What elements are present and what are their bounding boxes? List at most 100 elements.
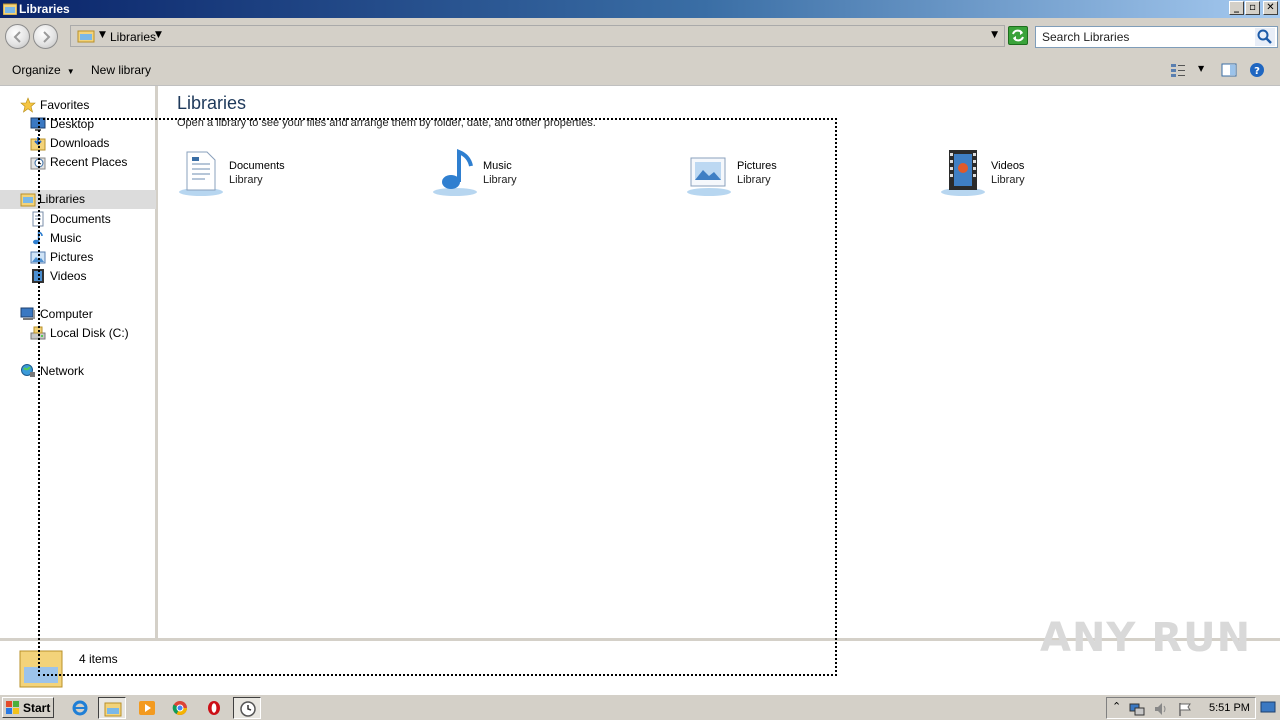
show-hidden-icons-icon[interactable]: ⌃ xyxy=(1112,700,1121,713)
organize-label: Organize xyxy=(12,63,61,77)
music-library-icon xyxy=(433,149,477,196)
videos-icon xyxy=(32,269,44,283)
nav-item-pictures[interactable]: Pictures xyxy=(30,248,150,266)
volume-icon[interactable] xyxy=(1153,701,1169,717)
library-tile-music[interactable]: Music Library xyxy=(431,148,651,198)
network-tray-icon[interactable] xyxy=(1129,701,1145,717)
documents-library-icon xyxy=(179,151,223,196)
breadcrumb-libraries[interactable]: Libraries xyxy=(110,30,156,44)
taskbar-chrome[interactable] xyxy=(166,697,194,719)
chrome-icon xyxy=(172,701,187,715)
star-icon xyxy=(20,97,36,113)
page-title: Libraries xyxy=(177,93,247,113)
nav-item-music[interactable]: Music xyxy=(30,229,150,247)
opera-icon xyxy=(208,701,220,715)
network-icon xyxy=(21,364,35,377)
internet-explorer-icon xyxy=(72,700,88,716)
taskbar-windows-explorer[interactable] xyxy=(98,697,126,719)
libraries-folder-icon xyxy=(19,650,63,688)
search-input[interactable] xyxy=(1036,27,1254,47)
breadcrumb-separator-arrow[interactable]: ▼ xyxy=(99,30,106,40)
library-name: Music xyxy=(483,160,512,172)
preview-pane-icon[interactable] xyxy=(1221,62,1237,78)
breadcrumb-dropdown-arrow[interactable]: ▼ xyxy=(155,30,162,40)
taskbar-opera[interactable] xyxy=(200,697,228,719)
forward-button[interactable] xyxy=(33,24,58,49)
pictures-library-icon xyxy=(687,157,731,196)
back-arrow-icon xyxy=(13,31,21,43)
libraries-folder-icon xyxy=(77,30,95,43)
window-title: Libraries xyxy=(19,2,70,16)
windows-logo-icon xyxy=(6,701,19,714)
nav-item-desktop[interactable]: Desktop xyxy=(30,115,150,133)
libraries-folder-icon xyxy=(20,193,36,207)
organize-button[interactable]: Organize ▼ xyxy=(12,63,75,77)
address-row: ▼ Libraries ▼ ▼ xyxy=(0,18,1280,54)
restore-button[interactable]: ▫ xyxy=(1245,1,1260,15)
nav-network[interactable]: Network xyxy=(20,362,150,380)
nav-favorites[interactable]: Favorites xyxy=(20,96,150,114)
library-tile-pictures[interactable]: Pictures Library xyxy=(685,148,905,198)
library-name: Documents xyxy=(229,160,285,172)
nav-item-videos[interactable]: Videos xyxy=(30,267,150,285)
search-box[interactable] xyxy=(1035,26,1278,48)
taskbar-internet-explorer[interactable] xyxy=(66,697,94,719)
windows-explorer-icon xyxy=(104,702,122,717)
music-icon xyxy=(33,230,43,245)
library-tile-documents[interactable]: Documents Library xyxy=(177,148,397,198)
library-type: Library xyxy=(991,174,1025,186)
title-bar[interactable]: Libraries _ ▫ ✕ xyxy=(0,0,1280,18)
command-toolbar: Organize ▼ New library ▼ ? xyxy=(0,54,1280,86)
action-center-flag-icon[interactable] xyxy=(1177,701,1193,717)
nav-item-local-disk[interactable]: Local Disk (C:) xyxy=(30,324,150,342)
nav-item-documents[interactable]: Documents xyxy=(30,210,150,228)
computer-icon xyxy=(20,307,35,320)
help-icon[interactable]: ? xyxy=(1249,62,1265,78)
back-button[interactable] xyxy=(5,24,30,49)
nav-item-recent-places[interactable]: Recent Places xyxy=(30,153,150,171)
forward-arrow-icon xyxy=(43,31,51,43)
address-bar[interactable]: ▼ Libraries ▼ ▼ xyxy=(70,25,1005,47)
status-bar: 4 items ANY RUN xyxy=(0,615,1280,690)
libraries-folder-icon xyxy=(3,3,17,15)
taskbar-clock-app[interactable] xyxy=(233,697,261,719)
documents-icon xyxy=(32,211,44,227)
show-desktop-icon[interactable] xyxy=(1260,699,1276,715)
watermark: ANY RUN xyxy=(1040,615,1252,661)
recent-places-icon xyxy=(30,157,46,170)
nav-computer[interactable]: Computer xyxy=(20,305,150,323)
new-library-button[interactable]: New library xyxy=(91,63,151,77)
address-history-dropdown[interactable]: ▼ xyxy=(991,30,998,40)
navigation-pane: Favorites Desktop Downloads Recent Place… xyxy=(0,86,158,638)
chevron-down-icon: ▼ xyxy=(66,67,75,76)
start-button[interactable]: Start xyxy=(2,697,54,718)
nav-libraries[interactable]: Libraries xyxy=(0,190,156,209)
media-player-icon xyxy=(139,701,155,715)
item-count: 4 items xyxy=(79,652,118,666)
library-tile-videos[interactable]: Videos Library xyxy=(939,148,1159,198)
system-tray: ⌃ 5:51 PM xyxy=(1106,697,1256,719)
library-type: Library xyxy=(737,174,771,186)
taskbar-media-player[interactable] xyxy=(133,697,161,719)
library-type: Library xyxy=(483,174,517,186)
library-name: Pictures xyxy=(737,160,777,172)
pictures-icon xyxy=(30,251,46,264)
view-options-dropdown-icon[interactable]: ▼ xyxy=(1198,64,1204,73)
content-pane: Libraries Open a library to see your fil… xyxy=(161,86,1280,638)
search-icon[interactable] xyxy=(1255,28,1275,46)
clock-app-icon xyxy=(240,701,256,717)
change-view-icon[interactable] xyxy=(1170,62,1186,78)
taskbar-clock[interactable]: 5:51 PM xyxy=(1209,702,1250,714)
minimize-button[interactable]: _ xyxy=(1229,1,1244,15)
downloads-folder-icon xyxy=(30,137,46,151)
drive-icon xyxy=(30,326,46,340)
page-subtitle: Open a library to see your files and arr… xyxy=(177,117,596,129)
library-name: Videos xyxy=(991,160,1025,172)
desktop-icon xyxy=(30,117,46,131)
close-button[interactable]: ✕ xyxy=(1263,1,1278,15)
videos-library-icon xyxy=(941,150,985,196)
refresh-button[interactable] xyxy=(1008,26,1028,45)
library-type: Library xyxy=(229,174,263,186)
nav-item-downloads[interactable]: Downloads xyxy=(30,134,150,152)
svg-text:?: ? xyxy=(1254,66,1260,77)
